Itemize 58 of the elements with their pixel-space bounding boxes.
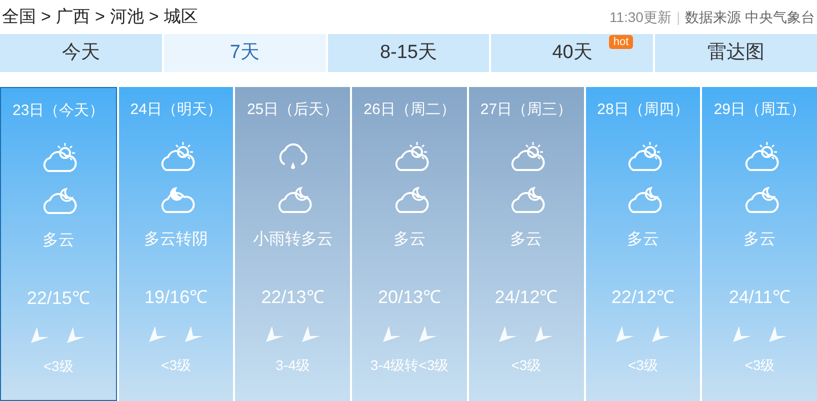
wind-level: <3级 <box>511 356 542 374</box>
day-date: 28日（周四） <box>597 100 689 120</box>
wind-level: <3级 <box>744 356 775 374</box>
data-source: 数据来源 中央气象台 <box>685 8 815 26</box>
day-date: 26日（周二） <box>364 100 456 120</box>
wind-direction-icon <box>768 324 788 342</box>
update-time: 11:30更新 <box>609 8 672 26</box>
temperature-range: 24/12℃ <box>494 286 558 308</box>
forecast-tab[interactable]: 7天 <box>164 34 326 72</box>
day-date: 24日（明天） <box>130 100 222 120</box>
wind-direction-icon <box>382 324 402 342</box>
wind-direction-icon <box>66 326 86 344</box>
weather-description: 多云 <box>42 230 74 250</box>
wind-direction-icon <box>264 324 285 342</box>
day-date: 25日（后天） <box>246 100 339 120</box>
day-date: 23日（今天） <box>12 101 104 121</box>
wind-direction-icon <box>732 324 752 342</box>
temperature-range: 19/16℃ <box>144 286 208 308</box>
wind-direction-icon <box>418 324 438 342</box>
wind-direction-icon <box>300 324 321 342</box>
weather-description: 小雨转多云 <box>252 230 333 250</box>
wind-level: <3级 <box>628 356 658 374</box>
weather-description: 多云 <box>510 230 542 250</box>
forecast-tab[interactable]: 今天 <box>0 34 162 72</box>
wind-direction-icon <box>534 324 554 342</box>
day-date: 29日（周五） <box>714 100 806 120</box>
forecast-tab[interactable]: 8-15天 <box>328 34 490 72</box>
hot-badge: hot <box>609 35 633 49</box>
breadcrumb-item[interactable]: > <box>94 4 105 30</box>
wind-direction-icon <box>148 324 168 342</box>
wind-direction-icon <box>650 324 671 342</box>
wind-direction-icon <box>184 324 204 342</box>
weather-description: 多云 <box>626 230 659 250</box>
breadcrumb-item[interactable]: 广西 <box>56 4 90 30</box>
temperature-range: 22/12℃ <box>611 286 674 308</box>
breadcrumb-item[interactable]: > <box>41 4 51 30</box>
day-date: 27日（周三） <box>480 100 572 120</box>
weather-description: 多云 <box>394 230 426 250</box>
breadcrumb-item[interactable]: 全国 <box>2 4 36 30</box>
wind-level: 3-4级转<3级 <box>370 356 449 374</box>
forecast-tab[interactable]: 40天 hot <box>491 34 654 72</box>
wind-level: <3级 <box>43 356 74 376</box>
wind-level: 3-4级 <box>276 356 310 374</box>
breadcrumb-item[interactable]: 城区 <box>164 4 198 30</box>
wind-direction-icon <box>614 324 635 342</box>
temperature-range: 20/13℃ <box>378 286 442 308</box>
temperature-range: 24/11℃ <box>728 286 791 308</box>
wind-direction-icon <box>30 326 50 344</box>
forecast-tab[interactable]: 雷达图 <box>655 34 817 72</box>
temperature-range: 22/13℃ <box>261 286 324 308</box>
weather-description: 多云转阴 <box>144 230 208 250</box>
weather-description: 多云 <box>744 230 776 250</box>
wind-direction-icon <box>498 324 518 342</box>
breadcrumb-item[interactable]: 河池 <box>110 4 144 30</box>
wind-level: <3级 <box>161 356 192 374</box>
temperature-range: 22/15℃ <box>26 286 90 310</box>
breadcrumb-item[interactable]: > <box>148 4 159 30</box>
separator: | <box>676 8 680 27</box>
